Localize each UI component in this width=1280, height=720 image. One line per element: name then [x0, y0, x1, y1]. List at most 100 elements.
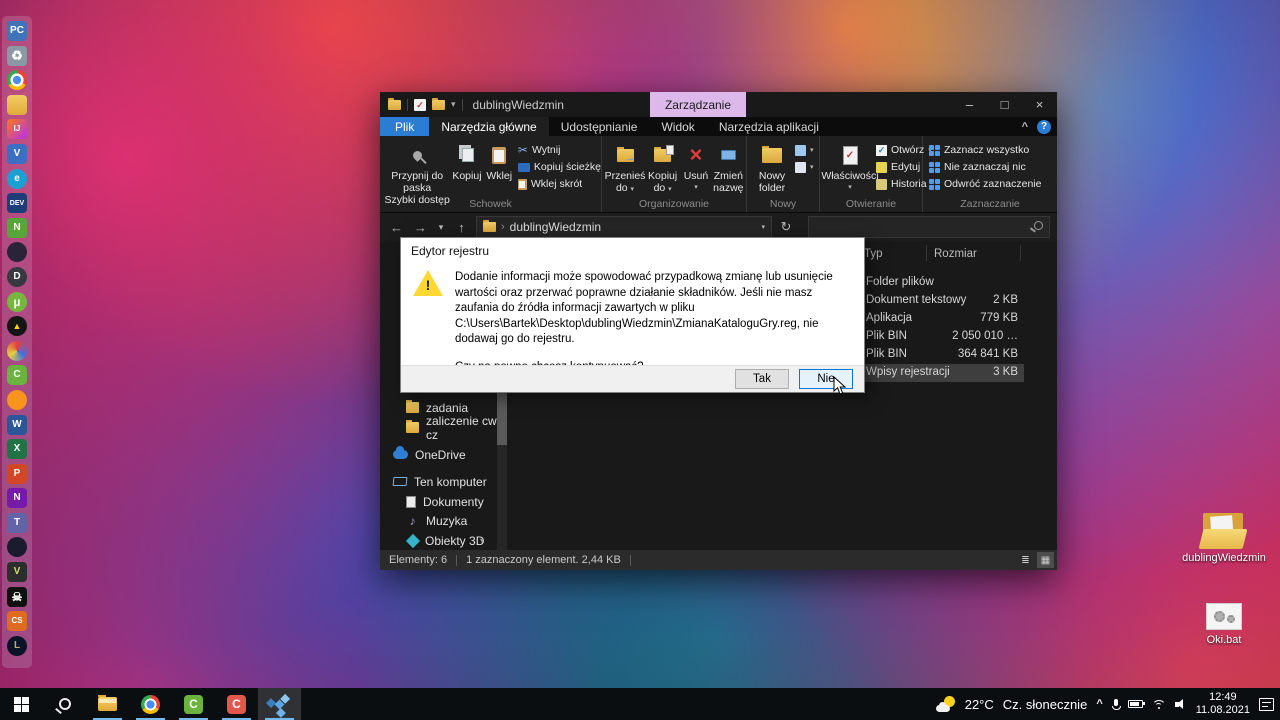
tray-overflow-chevron-icon[interactable]: ^	[1096, 698, 1102, 710]
cut-button[interactable]: ✂ Wytnij	[518, 142, 601, 158]
new-folder-icon[interactable]	[432, 100, 445, 110]
multicolor-app-icon[interactable]	[7, 341, 27, 361]
thumbnails-view-button[interactable]: ▦	[1037, 552, 1054, 568]
battery-icon[interactable]	[1128, 700, 1143, 708]
microphone-icon[interactable]	[1112, 699, 1119, 710]
properties-check-icon[interactable]: ✓	[414, 99, 426, 111]
sidebar-item-this-pc[interactable]: Ten komputer	[380, 472, 498, 491]
cod-ghosts-icon[interactable]: ☠	[7, 587, 27, 607]
details-view-button[interactable]: ≣	[1017, 552, 1034, 568]
collapse-ribbon-icon[interactable]: ^	[1022, 121, 1028, 133]
excel-icon[interactable]: X	[7, 439, 27, 459]
notes-app-icon[interactable]: N	[7, 218, 27, 238]
new-item-button[interactable]: ▾	[795, 142, 814, 158]
copy-path-button[interactable]: Kopiuj ścieżkę	[518, 159, 601, 175]
desktop-icon-dublingwiedzmin[interactable]: dublingWiedzmin	[1178, 513, 1270, 564]
up-button[interactable]: ↑	[452, 220, 471, 235]
select-none-button[interactable]: Nie zaznaczaj nic	[929, 159, 1041, 175]
sidebar-item-3d-objects[interactable]: Obiekty 3D ▾	[380, 531, 498, 550]
tab-share[interactable]: Udostępnianie	[549, 117, 650, 136]
weather-icon[interactable]	[936, 695, 956, 713]
maximize-button[interactable]: □	[987, 92, 1022, 117]
gta5-icon[interactable]: V	[7, 562, 27, 582]
properties-button[interactable]: ✓ Właściwości ▾	[824, 140, 876, 194]
orange-app-icon[interactable]	[7, 390, 27, 410]
dropdown-arrow-icon[interactable]: ▾	[451, 99, 456, 110]
minimize-button[interactable]: –	[952, 92, 987, 117]
taskbar-registry-editor-button[interactable]	[258, 688, 301, 720]
wifi-icon[interactable]	[1152, 700, 1166, 709]
tray-temperature[interactable]: 22°C	[965, 697, 994, 712]
virtualbox-icon[interactable]: V	[7, 144, 27, 164]
breadcrumb-folder[interactable]: dublingWiedzmin	[510, 220, 601, 234]
taskbar-camtasia-recorder-button[interactable]: C	[215, 688, 258, 720]
dev-cpp-icon[interactable]: DEV	[7, 193, 27, 213]
action-center-icon[interactable]	[1259, 698, 1274, 711]
sidebar-item-zaliczenie[interactable]: zaliczenie cw cz	[380, 418, 498, 437]
easy-access-button[interactable]: ▾	[795, 159, 814, 175]
sidebar-item-onedrive[interactable]: OneDrive	[380, 445, 498, 464]
start-button[interactable]	[0, 688, 43, 720]
teams-icon[interactable]: T	[7, 513, 27, 533]
camtasia-icon[interactable]: C	[7, 365, 27, 385]
intellij-idea-icon[interactable]: IJ	[7, 119, 27, 139]
tab-home[interactable]: Narzędzia główne	[429, 117, 548, 136]
game-app-icon[interactable]	[7, 537, 27, 557]
column-header-size[interactable]: Rozmiar	[934, 248, 977, 260]
paste-button[interactable]: Wklej	[484, 140, 515, 182]
taskbar-explorer-button[interactable]	[86, 688, 129, 720]
recycle-bin-icon[interactable]: ♻	[7, 46, 27, 66]
search-input[interactable]	[808, 216, 1050, 238]
refresh-icon[interactable]: ↻	[777, 219, 795, 235]
tor-browser-icon[interactable]	[7, 242, 27, 262]
yes-button[interactable]: Tak	[735, 369, 789, 389]
help-icon[interactable]: ?	[1037, 120, 1051, 134]
folder-icon[interactable]	[388, 100, 401, 110]
chrome-icon[interactable]	[7, 70, 27, 90]
tab-file[interactable]: Plik	[380, 117, 429, 136]
paste-shortcut-button[interactable]: Wklej skrót	[518, 176, 601, 192]
taskbar-search-button[interactable]	[43, 688, 86, 720]
powerpoint-icon[interactable]: P	[7, 464, 27, 484]
forward-button[interactable]: →	[411, 220, 430, 235]
edge-icon[interactable]: e	[7, 169, 27, 189]
pin-to-quick-access-button[interactable]: Przypnij do paska Szybki dostęp	[384, 140, 450, 206]
sidebar-item-documents[interactable]: Dokumenty	[380, 492, 498, 511]
desktop-icon-oki-bat[interactable]: Oki.bat	[1178, 603, 1270, 646]
onenote-icon[interactable]: N	[7, 488, 27, 508]
utorrent-icon[interactable]: µ	[7, 292, 27, 312]
address-dropdown-icon[interactable]: ▾	[761, 223, 765, 231]
csgo-icon[interactable]: CS	[7, 611, 27, 631]
close-button[interactable]: ×	[1022, 92, 1057, 117]
taskbar-clock[interactable]: 12:49 11.08.2021	[1196, 691, 1250, 717]
column-header-type[interactable]: Typ	[864, 248, 883, 260]
recent-locations-icon[interactable]: ▾	[435, 222, 447, 233]
this-pc-icon[interactable]: PC	[7, 21, 27, 41]
manage-contextual-tab[interactable]: Zarządzanie	[650, 92, 746, 117]
new-folder-button[interactable]: Nowy folder	[751, 140, 793, 194]
move-to-button[interactable]: → Przenieś do ▾	[606, 140, 644, 196]
tray-weather-condition[interactable]: Cz. słonecznie	[1003, 697, 1088, 712]
speaker-icon[interactable]	[1175, 699, 1187, 710]
folder-icon[interactable]	[7, 95, 27, 115]
aimp-icon[interactable]: ▲	[7, 316, 27, 336]
back-button[interactable]: ←	[387, 220, 406, 235]
taskbar-camtasia-button[interactable]: C	[172, 688, 215, 720]
title-bar[interactable]: ✓ ▾ dublingWiedzmin Zarządzanie – □ ×	[380, 92, 1057, 117]
tab-application-tools[interactable]: Narzędzia aplikacji	[707, 117, 831, 136]
copy-to-button[interactable]: Kopiuj do ▾	[644, 140, 681, 196]
discord-icon[interactable]: D	[7, 267, 27, 287]
word-icon[interactable]: W	[7, 415, 27, 435]
tab-view[interactable]: Widok	[649, 117, 706, 136]
chevron-down-icon[interactable]: ▾	[480, 536, 484, 545]
select-all-button[interactable]: Zaznacz wszystko	[929, 142, 1041, 158]
delete-button[interactable]: × Usuń ▾	[681, 140, 710, 194]
sidebar-scrollbar-thumb[interactable]	[497, 391, 507, 445]
copy-button[interactable]: Kopiuj	[450, 140, 483, 182]
sidebar-item-music[interactable]: ♪ Muzyka	[380, 511, 498, 530]
invert-selection-button[interactable]: Odwróć zaznaczenie	[929, 176, 1041, 192]
path-breadcrumb[interactable]: › dublingWiedzmin ▾	[476, 216, 772, 238]
rename-button[interactable]: Zmień nazwę	[711, 140, 746, 194]
league-of-legends-icon[interactable]: L	[7, 636, 27, 656]
taskbar-chrome-button[interactable]	[129, 688, 172, 720]
